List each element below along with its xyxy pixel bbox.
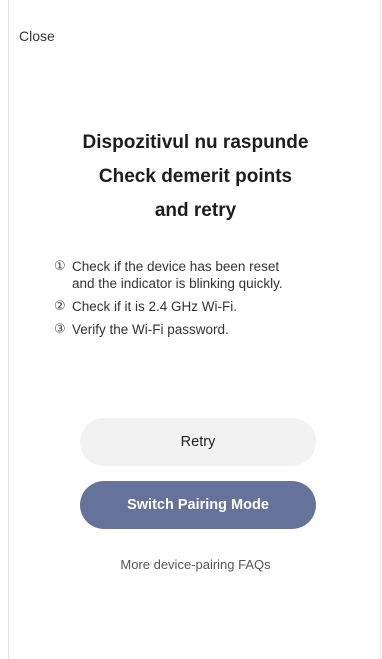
step-item: ③ Verify the Wi-Fi password. — [54, 321, 364, 338]
title-line-3: and retry — [154, 200, 237, 221]
step-text: Check if it is 2.4 GHz Wi-Fi. — [72, 299, 238, 314]
step-number-3: ③ — [54, 322, 66, 337]
retry-button[interactable]: Retry — [80, 418, 316, 466]
close-button[interactable]: Close — [19, 28, 55, 44]
step-text: Check if the device has been reset and t… — [72, 258, 364, 292]
step-text: Verify the Wi-Fi password. — [72, 322, 229, 337]
step-text-line: Check if the device has been reset — [72, 259, 280, 274]
step-item: ② Check if it is 2.4 GHz Wi-Fi. — [54, 298, 364, 315]
switch-pairing-mode-button[interactable]: Switch Pairing Mode — [80, 481, 316, 529]
title-line-1: Dispozitivul nu raspunde — [82, 132, 309, 153]
step-item: ① Check if the device has been reset and… — [54, 258, 364, 292]
troubleshooting-steps: ① Check if the device has been reset and… — [54, 258, 364, 344]
title-line-2: Check demerit points — [98, 166, 293, 187]
step-number-2: ② — [54, 299, 66, 314]
step-text-line: and the indicator is blinking quickly. — [72, 276, 283, 291]
dialog-frame: Close Dispozitivul nu raspunde Check dem… — [8, 0, 381, 659]
page-title: Dispozitivul nu raspunde Check demerit p… — [9, 126, 382, 228]
pairing-faq-link[interactable]: More device-pairing FAQs — [9, 557, 382, 572]
step-number-1: ① — [54, 259, 66, 274]
